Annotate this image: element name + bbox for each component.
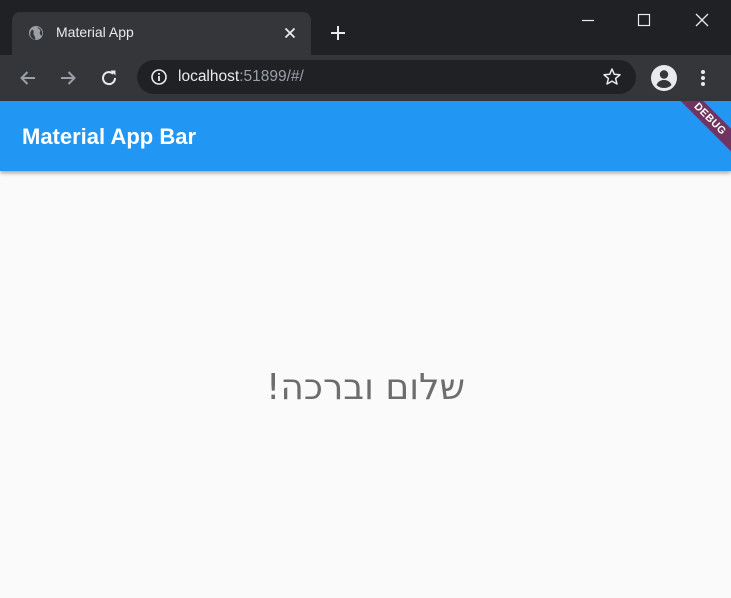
browser-window: Material App localhost:51899/#/ Material…: [0, 0, 731, 598]
address-url[interactable]: localhost:51899/#/: [178, 68, 304, 86]
globe-icon: [28, 25, 44, 41]
star-icon[interactable]: [602, 67, 622, 87]
tab-material-app[interactable]: Material App: [12, 12, 311, 55]
app-body: שלום וברכה!: [0, 171, 731, 598]
tab-title: Material App: [56, 24, 134, 40]
account-circle-icon[interactable]: [650, 64, 678, 92]
url-path: :51899/#/: [239, 68, 304, 85]
tab-close-icon[interactable]: [282, 25, 298, 41]
minimize-icon[interactable]: [576, 8, 600, 32]
new-tab-plus-icon[interactable]: [326, 21, 350, 45]
greeting-text: שלום וברכה!: [265, 367, 466, 408]
maximize-icon[interactable]: [632, 8, 656, 32]
arrow-left-icon[interactable]: [16, 66, 40, 90]
tab-strip: Material App: [0, 0, 731, 55]
browser-toolbar: localhost:51899/#/: [0, 55, 731, 101]
url-host: localhost: [178, 68, 240, 85]
kebab-menu-icon[interactable]: [691, 66, 715, 90]
reload-icon[interactable]: [97, 66, 121, 90]
info-icon[interactable]: [150, 68, 168, 86]
arrow-right-icon[interactable]: [56, 66, 80, 90]
app-bar-title: Material App Bar: [22, 124, 197, 149]
window-close-icon[interactable]: [690, 8, 714, 32]
address-bar[interactable]: localhost:51899/#/: [137, 60, 636, 94]
app-bar: Material App Bar: [0, 101, 731, 171]
